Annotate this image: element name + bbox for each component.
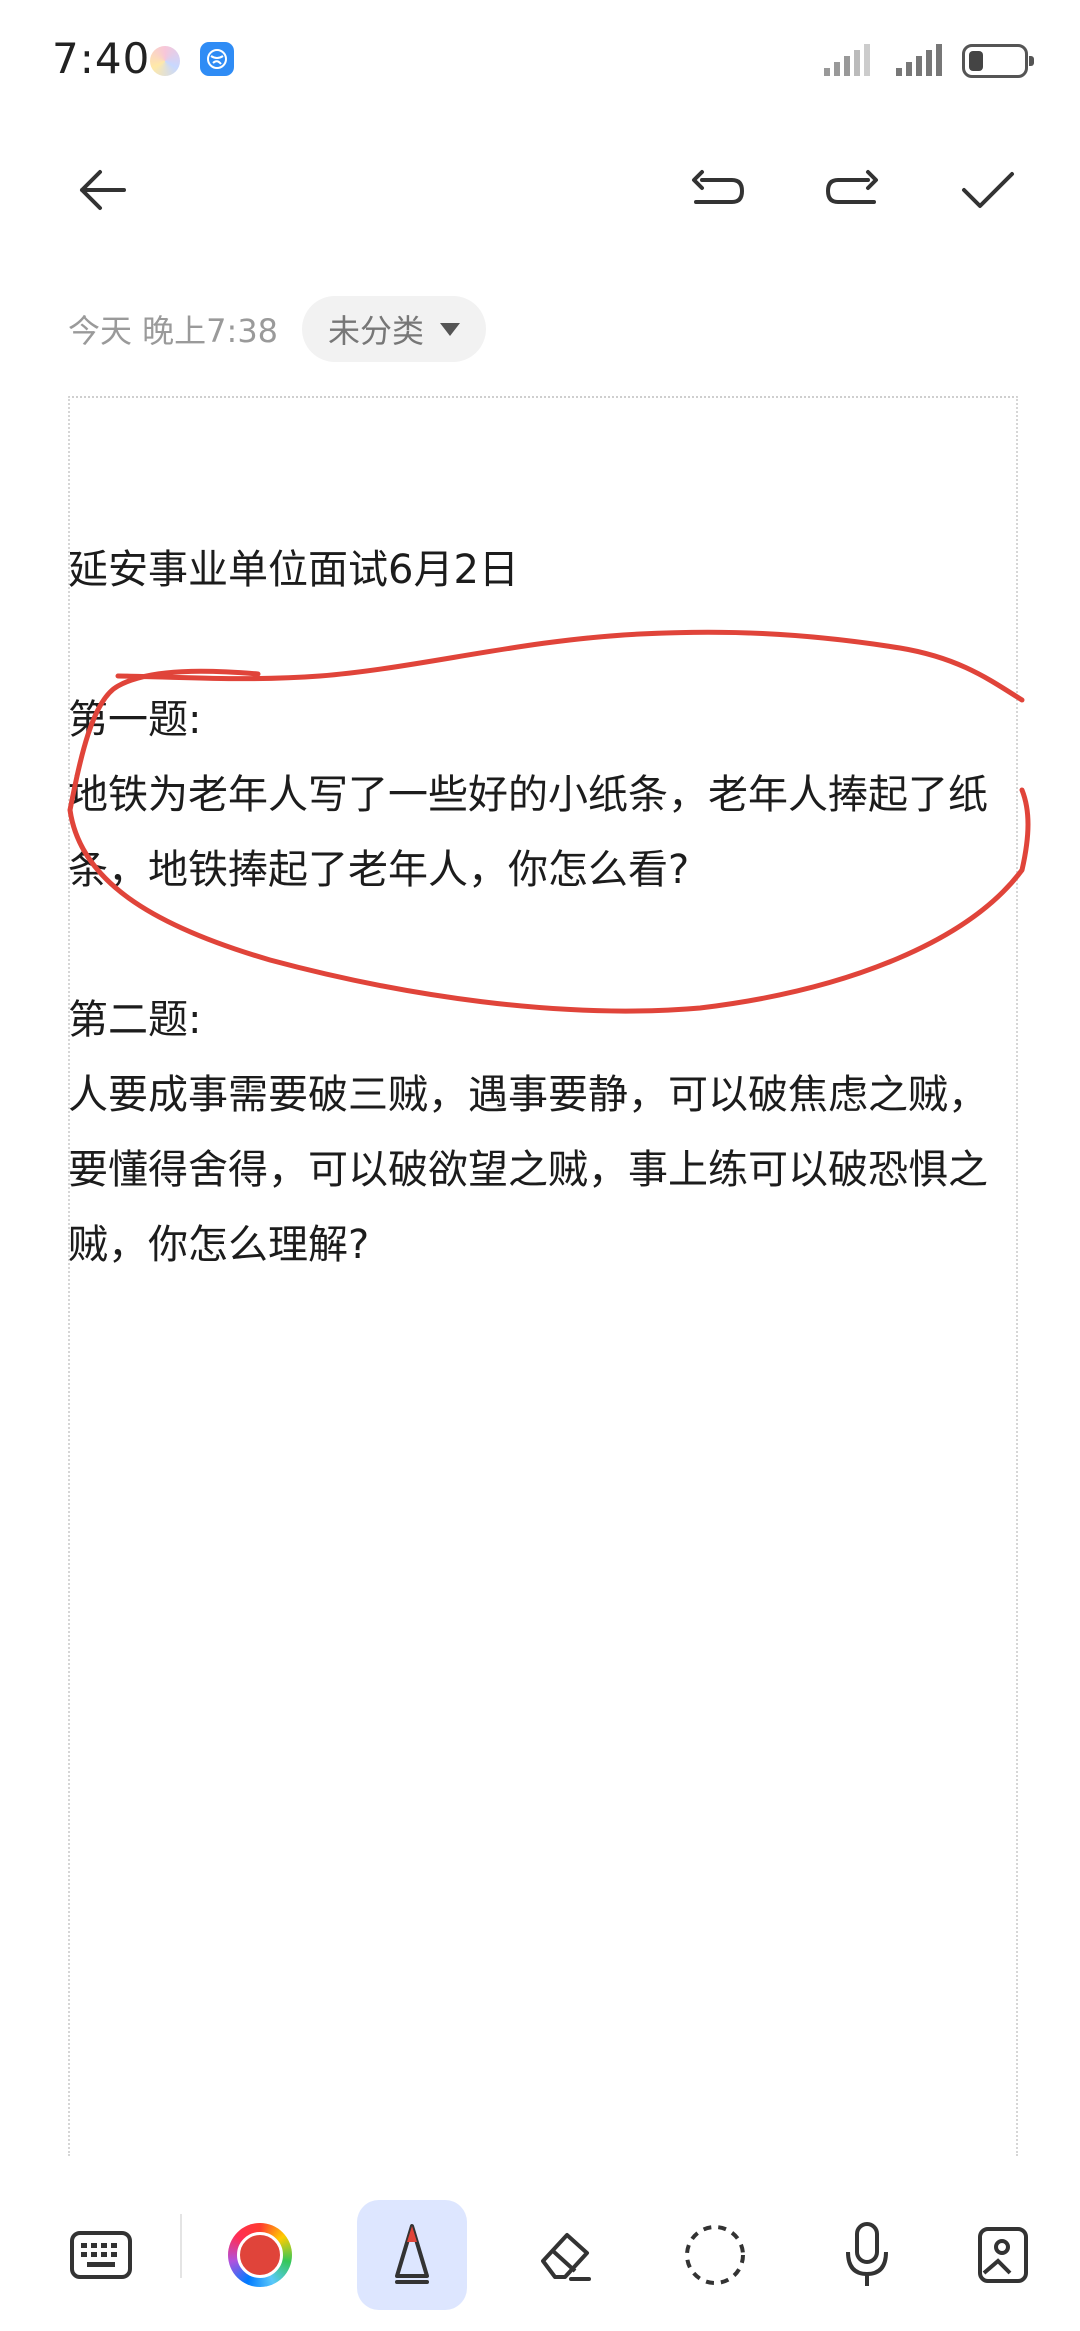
- voice-input-button[interactable]: [812, 2200, 922, 2310]
- eraser-icon: [541, 2233, 591, 2281]
- color-picker-icon: [228, 2223, 292, 2287]
- bottom-toolbar: [0, 2180, 1080, 2331]
- category-label: 未分类: [328, 312, 425, 350]
- undo-icon: [692, 170, 744, 204]
- pen-tool-button[interactable]: [357, 2200, 467, 2310]
- status-bar: 7:40: [0, 0, 1080, 120]
- battery-icon: [962, 44, 1034, 78]
- redo-icon: [826, 170, 878, 204]
- redo-button[interactable]: [804, 142, 900, 238]
- question-2-heading[interactable]: 第二题:: [68, 983, 1018, 1058]
- lasso-select-icon: [685, 2225, 745, 2285]
- back-arrow-icon: [80, 170, 126, 210]
- image-icon: [978, 2227, 1028, 2283]
- category-dropdown[interactable]: 未分类: [302, 296, 487, 362]
- microphone-icon: [846, 2222, 888, 2286]
- question-1-text[interactable]: 地铁为老年人写了一些好的小纸条，老年人捧起了纸条，地铁捧起了老年人，你怎么看?: [68, 758, 1018, 908]
- question-2-text[interactable]: 人要成事需要破三贼，遇事要静，可以破焦虑之贼，要懂得舍得，可以破欲望之贼，事上练…: [68, 1058, 1018, 1283]
- toolbar-divider: [180, 2214, 182, 2278]
- keyboard-button[interactable]: [46, 2200, 156, 2310]
- current-ink-color: [237, 2232, 283, 2278]
- eraser-button[interactable]: [510, 2200, 620, 2310]
- done-button[interactable]: [940, 142, 1036, 238]
- signal-icon: [896, 44, 942, 76]
- photos-icon: [150, 46, 180, 76]
- signal-icon: [824, 44, 870, 76]
- question-1-heading[interactable]: 第一题:: [68, 683, 1018, 758]
- insert-image-button[interactable]: [970, 2200, 1030, 2310]
- battery-level: [969, 51, 983, 71]
- undo-button[interactable]: [670, 142, 766, 238]
- browser-icon: [200, 42, 234, 76]
- note-timestamp: 今天 晚上7:38: [68, 312, 279, 350]
- pen-icon: [395, 2224, 429, 2284]
- top-toolbar: [0, 140, 1080, 260]
- color-picker-button[interactable]: [205, 2200, 315, 2310]
- lasso-select-button[interactable]: [660, 2200, 770, 2310]
- note-meta: 今天 晚上7:38 未分类: [68, 296, 487, 362]
- note-title[interactable]: 延安事业单位面试6月2日: [68, 533, 1018, 608]
- keyboard-icon: [70, 2231, 132, 2279]
- status-time: 7:40: [52, 34, 151, 83]
- checkmark-icon: [962, 172, 1014, 208]
- back-button[interactable]: [54, 142, 150, 238]
- chevron-down-icon: [440, 322, 461, 336]
